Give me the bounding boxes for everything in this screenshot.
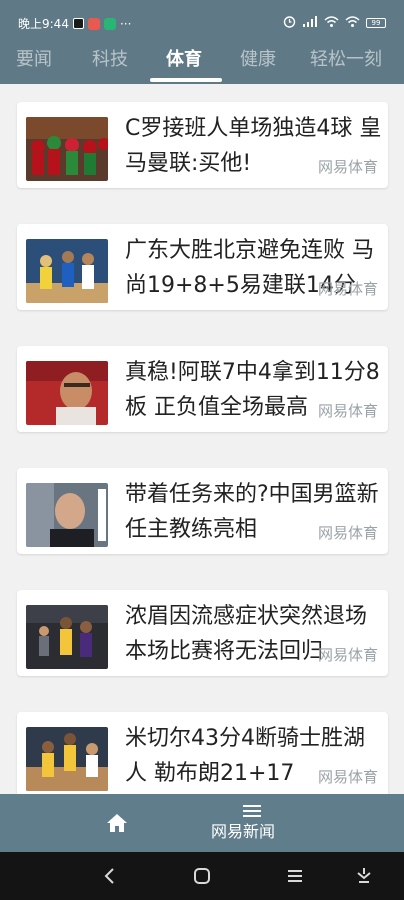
category-tabs: 要闻 科技 体育 健康 轻松一刻 <box>0 40 404 84</box>
news-card[interactable]: 真稳!阿联7中4拿到11分8板 正负值全场最高 网易体育 <box>17 346 388 432</box>
news-source: 网易体育 <box>317 768 378 786</box>
news-card[interactable]: 米切尔43分4断骑士胜湖人 勒布朗21+17 网易体育 <box>17 712 388 794</box>
status-left: 晚上9:44 ··· <box>18 15 131 32</box>
bottom-bar: 网易新闻 <box>0 794 404 852</box>
news-thumbnail <box>26 483 108 547</box>
news-card[interactable]: 广东大胜北京避免连败 马尚19+8+5易建联14分 网易体育 <box>17 224 388 310</box>
wifi-icon <box>324 15 339 31</box>
status-bar: 晚上9:44 ··· 99 <box>0 0 404 44</box>
tab-qingsong[interactable]: 轻松一刻 <box>310 45 382 75</box>
notification-icon[interactable] <box>354 866 374 886</box>
tab-jiankang[interactable]: 健康 <box>240 45 276 75</box>
back-icon[interactable] <box>100 866 120 886</box>
home-icon[interactable] <box>105 812 129 834</box>
signal-icon <box>302 15 318 31</box>
active-tab-indicator <box>150 78 222 82</box>
news-thumbnail <box>26 239 108 303</box>
tab-yaowen[interactable]: 要闻 <box>16 45 52 75</box>
news-thumbnail <box>26 117 108 181</box>
news-card[interactable]: C罗接班人单场独造4球 皇马曼联:买他! 网易体育 <box>17 102 388 188</box>
news-source: 网易体育 <box>317 646 378 664</box>
recents-icon[interactable] <box>285 866 305 886</box>
status-time: 晚上9:44 <box>18 17 69 31</box>
news-source: 网易体育 <box>317 280 378 298</box>
tab-tiyu[interactable]: 体育 <box>166 45 202 75</box>
shield-icon <box>103 17 116 30</box>
tiktok-icon <box>72 18 84 29</box>
news-source: 网易体育 <box>317 402 378 420</box>
system-nav-bar <box>0 852 404 900</box>
news-list: C罗接班人单场独造4球 皇马曼联:买他! 网易体育 广东大胜北京避免连败 马尚1… <box>0 84 404 794</box>
news-thumbnail <box>26 361 108 425</box>
wifi-icon-2 <box>345 15 360 31</box>
status-more: ··· <box>119 16 132 31</box>
news-source: 网易体育 <box>317 524 378 542</box>
status-right: 99 <box>283 15 386 31</box>
top-bar: 晚上9:44 ··· 99 要闻 科技 体育 健康 轻松一刻 <box>0 0 404 84</box>
news-thumbnail <box>26 605 108 669</box>
alarm-icon <box>283 15 296 31</box>
menu-icon[interactable] <box>243 804 261 818</box>
news-thumbnail <box>26 727 108 791</box>
app-name: 网易新闻 <box>211 822 276 841</box>
news-card[interactable]: 浓眉因流感症状突然退场 本场比赛将无法回归 网易体育 <box>17 590 388 676</box>
news-source: 网易体育 <box>317 158 378 176</box>
app-notification-icon <box>87 17 100 30</box>
tab-keji[interactable]: 科技 <box>92 45 128 75</box>
home-circle-icon[interactable] <box>192 866 212 886</box>
news-card[interactable]: 带着任务来的?中国男篮新任主教练亮相 网易体育 <box>17 468 388 554</box>
battery-icon: 99 <box>366 18 386 28</box>
